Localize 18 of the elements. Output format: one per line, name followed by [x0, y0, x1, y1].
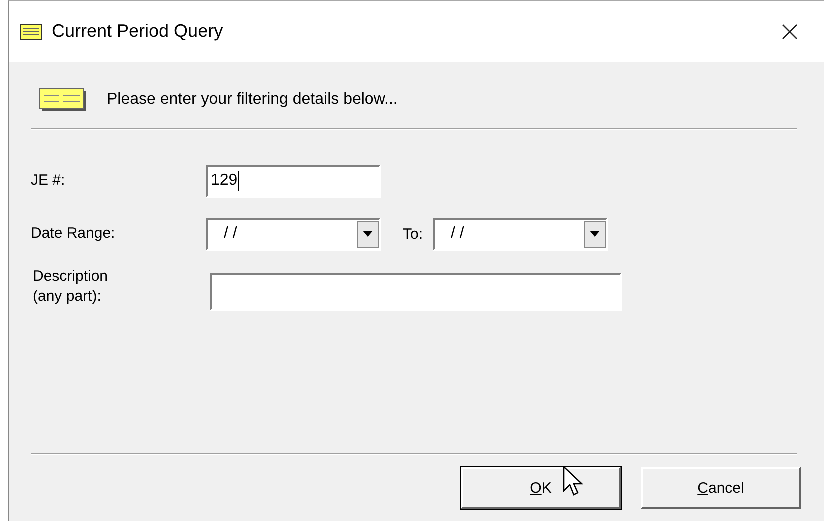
- input-field[interactable]: [210, 273, 622, 311]
- input-field[interactable]: 129: [206, 164, 381, 198]
- date-combo[interactable]: / /: [433, 218, 608, 250]
- field-label: Date Range:: [31, 224, 116, 244]
- dropdown-icon: [590, 231, 600, 237]
- field-label: JE #:: [31, 171, 66, 191]
- cursor-icon: [563, 466, 585, 498]
- field-label: To:: [403, 226, 424, 242]
- field-label: Description (any part):: [33, 267, 110, 307]
- dialog-button[interactable]: Cancel: [641, 467, 801, 509]
- dialog-button[interactable]: OK: [461, 467, 621, 509]
- window-title: Current Period Query: [52, 21, 224, 42]
- date-combo[interactable]: / /: [206, 218, 381, 250]
- instruction-text: Please enter your filtering details below...: [107, 91, 398, 109]
- card-icon: [39, 88, 87, 112]
- dropdown-icon: [363, 231, 373, 237]
- close-icon[interactable]: [782, 24, 798, 40]
- card-icon: [20, 24, 42, 40]
